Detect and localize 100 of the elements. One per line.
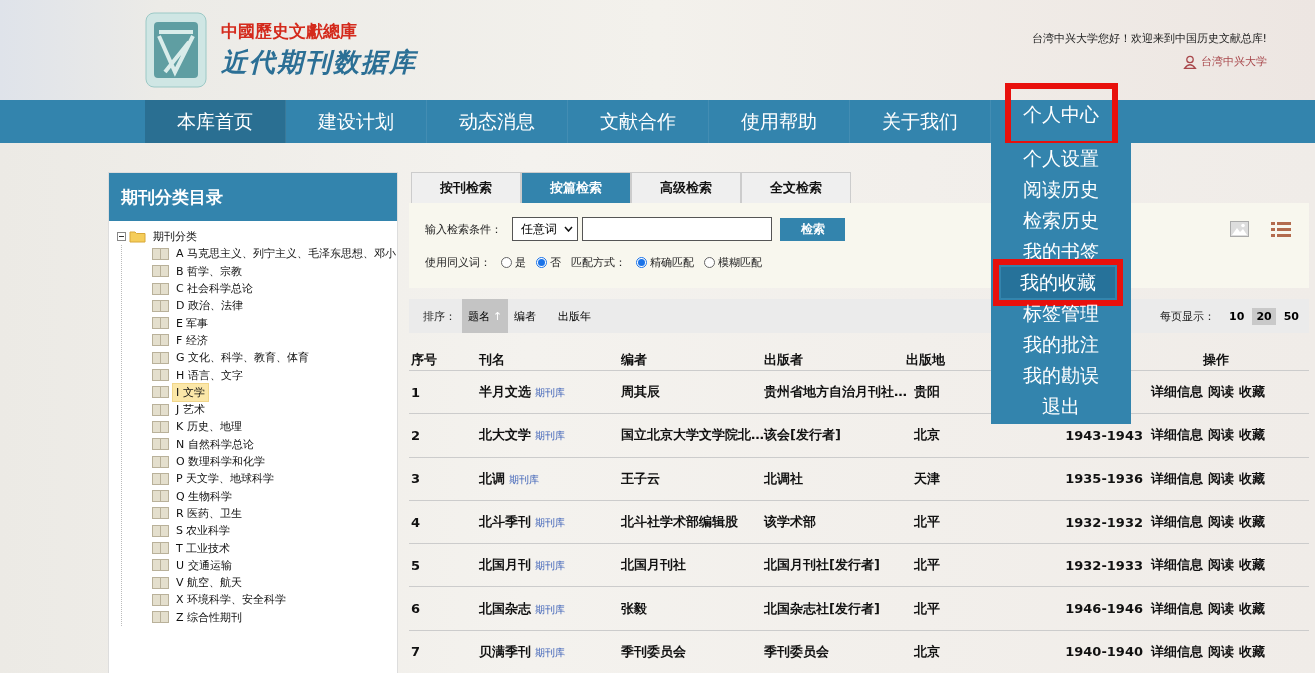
synonym-option[interactable]: 否: [536, 255, 561, 270]
search-button[interactable]: 检索: [780, 217, 845, 241]
radio-button[interactable]: [636, 257, 647, 268]
collapse-icon[interactable]: [117, 232, 126, 242]
action-link[interactable]: 收藏: [1239, 556, 1265, 575]
match-option[interactable]: 精确匹配: [636, 255, 694, 270]
folder-icon: [129, 230, 146, 244]
book-icon: [152, 438, 169, 451]
tree-item[interactable]: K 历史、地理: [172, 417, 246, 437]
menu-item[interactable]: 个人设置: [991, 143, 1131, 174]
action-link[interactable]: 阅读: [1208, 513, 1234, 532]
action-link[interactable]: 详细信息: [1151, 599, 1203, 618]
action-link[interactable]: 阅读: [1208, 426, 1234, 445]
action-link[interactable]: 阅读: [1208, 599, 1234, 618]
action-link[interactable]: 详细信息: [1151, 513, 1203, 532]
tree-item[interactable]: A 马克思主义、列宁主义、毛泽东思想、邓小: [172, 244, 397, 264]
action-link[interactable]: 详细信息: [1151, 642, 1203, 661]
tree-item[interactable]: J 艺术: [172, 400, 209, 420]
action-link[interactable]: 详细信息: [1151, 426, 1203, 445]
action-link[interactable]: 详细信息: [1151, 383, 1203, 402]
tree-item[interactable]: R 医药、卫生: [172, 503, 247, 523]
action-link[interactable]: 阅读: [1208, 383, 1234, 402]
tree-item[interactable]: B 哲学、宗教: [172, 261, 247, 281]
tree-item[interactable]: U 交通运输: [172, 555, 236, 575]
action-link[interactable]: 收藏: [1239, 599, 1265, 618]
tag-link[interactable]: 期刊库: [535, 386, 565, 401]
book-icon: [152, 386, 169, 399]
search-tab[interactable]: 全文检索: [741, 172, 851, 203]
tag-link[interactable]: 期刊库: [535, 516, 565, 531]
sort-option[interactable]: 出版年: [552, 299, 598, 333]
page-size-option[interactable]: 20: [1252, 307, 1276, 325]
tree-item[interactable]: Z 综合性期刊: [172, 607, 247, 626]
sort-option[interactable]: 题名 ↑: [462, 299, 509, 333]
search-field[interactable]: [582, 217, 772, 241]
nav-item[interactable]: 关于我们: [850, 100, 991, 143]
tree-item[interactable]: F 经济: [172, 330, 212, 350]
nav-item[interactable]: 本库首页: [145, 100, 286, 143]
page-size-option[interactable]: 50: [1279, 307, 1303, 325]
radio-button[interactable]: [536, 257, 547, 268]
nav-item[interactable]: 使用帮助: [709, 100, 850, 143]
table-cell-text: 1940-1940: [1064, 644, 1144, 660]
tree-item[interactable]: I 文学: [172, 382, 209, 402]
action-link[interactable]: 收藏: [1239, 513, 1265, 532]
menu-item[interactable]: 退出: [991, 391, 1131, 422]
search-label: 输入检索条件：: [425, 221, 502, 237]
action-link[interactable]: 阅读: [1208, 469, 1234, 488]
nav-item[interactable]: 动态消息: [427, 100, 568, 143]
tag-link[interactable]: 期刊库: [535, 429, 565, 444]
tree-item[interactable]: G 文化、科学、教育、体育: [172, 348, 314, 368]
page-size-option[interactable]: 10: [1225, 307, 1249, 325]
menu-item[interactable]: 检索历史: [991, 205, 1131, 236]
field-select[interactable]: 任意词: [512, 217, 578, 241]
user-link[interactable]: 台湾中兴大学: [1183, 54, 1267, 69]
tag-link[interactable]: 期刊库: [535, 602, 565, 617]
tree-item[interactable]: O 数理科学和化学: [172, 452, 270, 471]
menu-item[interactable]: 我的批注: [991, 329, 1131, 360]
search-tab[interactable]: 按篇检索: [521, 172, 631, 203]
action-link[interactable]: 收藏: [1239, 642, 1265, 661]
menu-item[interactable]: 阅读历史: [991, 174, 1131, 205]
tree-item[interactable]: D 政治、法律: [172, 296, 247, 316]
synonym-option[interactable]: 是: [501, 255, 526, 270]
sort-option[interactable]: 编者: [508, 299, 543, 333]
action-link[interactable]: 详细信息: [1151, 469, 1203, 488]
book-icon: [152, 247, 169, 260]
search-tab[interactable]: 高级检索: [631, 172, 741, 203]
tree-item[interactable]: T 工业技术: [172, 538, 235, 558]
action-link[interactable]: 收藏: [1239, 469, 1265, 488]
tree-item[interactable]: E 军事: [172, 313, 213, 333]
menu-item[interactable]: 我的勘误: [991, 360, 1131, 391]
tree-item[interactable]: H 语言、文字: [172, 365, 247, 385]
tag-link[interactable]: 期刊库: [509, 472, 539, 487]
tree-item[interactable]: Q 生物科学: [172, 486, 237, 506]
tree-item[interactable]: 期刊分类: [149, 227, 201, 247]
tag-link[interactable]: 期刊库: [535, 559, 565, 574]
table-cell-text: 1: [411, 384, 422, 400]
menu-item[interactable]: 标签管理: [991, 298, 1131, 329]
action-link[interactable]: 收藏: [1239, 426, 1265, 445]
action-link[interactable]: 详细信息: [1151, 556, 1203, 575]
action-link[interactable]: 阅读: [1208, 556, 1234, 575]
journal-title: 北国月刊: [479, 556, 531, 575]
sidebar-title: 期刊分类目录: [109, 173, 397, 221]
tree-item[interactable]: X 环境科学、安全科学: [172, 590, 291, 610]
nav-item[interactable]: 建设计划: [286, 100, 427, 143]
action-link[interactable]: 收藏: [1239, 383, 1265, 402]
tree-item[interactable]: V 航空、航天: [172, 573, 247, 593]
tree-item[interactable]: N 自然科学总论: [172, 434, 258, 454]
list-view-icon[interactable]: [1271, 221, 1291, 238]
action-link[interactable]: 阅读: [1208, 642, 1234, 661]
search-tab[interactable]: 按刊检索: [411, 172, 521, 203]
match-option[interactable]: 模糊匹配: [704, 255, 762, 270]
tree-item[interactable]: S 农业科学: [172, 521, 235, 541]
radio-button[interactable]: [704, 257, 715, 268]
radio-button[interactable]: [501, 257, 512, 268]
book-icon: [152, 317, 169, 330]
tree-item[interactable]: C 社会科学总论: [172, 279, 258, 299]
tree-item[interactable]: P 天文学、地球科学: [172, 469, 279, 489]
table-cell-text: 北国杂志社[发行者]: [764, 599, 881, 618]
tag-link[interactable]: 期刊库: [535, 645, 565, 660]
nav-item[interactable]: 文献合作: [568, 100, 709, 143]
column-header: 出版地: [906, 351, 946, 369]
